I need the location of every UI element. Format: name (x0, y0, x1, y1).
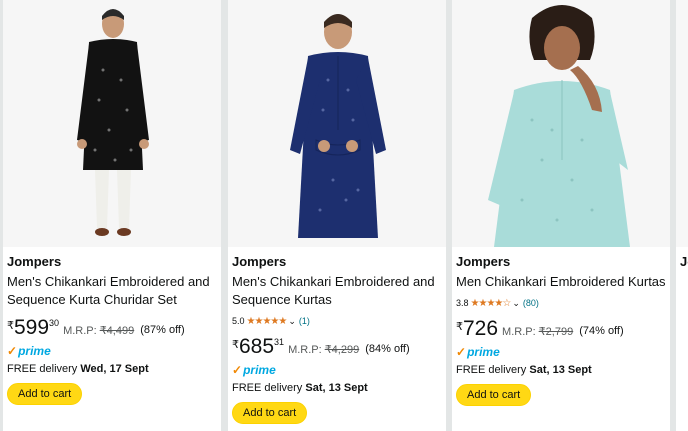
prime-badge: ✓ prime (7, 344, 217, 358)
delivery-info: FREE delivery Sat, 13 Sept (232, 382, 442, 394)
discount: (87% off) (140, 324, 185, 336)
price-whole: 726 (463, 317, 499, 340)
prime-label: prime (18, 344, 51, 358)
mrp-value: ₹4,499 (99, 325, 135, 337)
discount: (74% off) (579, 325, 624, 337)
mrp-label: M.R.P: (288, 344, 322, 356)
mrp: M.R.P: ₹4,299 (288, 343, 359, 356)
price-whole: 599 (14, 316, 50, 339)
model-in-black-kurta-illustration (3, 0, 221, 247)
delivery-text: FREE delivery (7, 363, 78, 375)
product-card[interactable]: Jompers Men's Chikankari Embroidered and… (3, 0, 221, 431)
price-fraction: 30 (49, 318, 60, 328)
price-whole: 685 (239, 335, 275, 358)
chevron-down-icon[interactable]: ⌄ (288, 316, 296, 327)
brand-name: Jompers (7, 254, 62, 269)
product-title[interactable]: Men's Chikankari Embroidered and Sequenc… (232, 273, 442, 309)
add-to-cart-button[interactable]: Add to cart (232, 402, 308, 424)
price-fraction: 31 (274, 337, 285, 347)
price: ₹ 599 30 M.R.P: ₹4,499 (87% off) (7, 316, 217, 342)
add-to-cart-button[interactable]: Add to cart (456, 384, 532, 406)
mrp-value: ₹2,799 (538, 326, 574, 338)
prime-check-icon: ✓ (456, 345, 467, 359)
product-title-line[interactable]: Men's Chikankari Embroidered and (7, 273, 217, 291)
prime-check-icon: ✓ (7, 344, 18, 358)
rating-count[interactable]: (80) (523, 298, 539, 308)
brand-name: Jo (680, 254, 688, 269)
rating-count[interactable]: (1) (299, 316, 310, 326)
product-card[interactable]: Jompers Men Chikankari Embroidered Kurta… (452, 0, 670, 431)
product-title-line[interactable]: Men Chikankari Embroidered Kurtas (456, 273, 666, 291)
mrp-value: ₹4,299 (324, 344, 360, 356)
product-title[interactable]: Men's Chikankari Embroidered and Sequenc… (7, 273, 217, 309)
product-card[interactable]: Jo (676, 0, 688, 431)
mrp: M.R.P: ₹4,499 (63, 324, 134, 337)
prime-label: prime (467, 345, 500, 359)
product-title[interactable]: Men Chikankari Embroidered Kurtas (456, 273, 666, 291)
price: ₹ 726 M.R.P: ₹2,799 (74% off) (456, 317, 666, 343)
add-to-cart-button[interactable]: Add to cart (7, 383, 83, 405)
rating-value: 3.8 (456, 298, 469, 308)
chevron-down-icon[interactable]: ⌄ (512, 298, 520, 309)
star-rating-icon[interactable]: ★★★★★ (247, 316, 288, 327)
product-image[interactable] (228, 0, 446, 247)
rating-value: 5.0 (232, 316, 245, 326)
star-rating-icon[interactable]: ★★★★☆ (471, 298, 512, 309)
rating[interactable]: 3.8 ★★★★☆ ⌄ (80) (456, 296, 666, 310)
currency-symbol: ₹ (456, 321, 463, 333)
mrp-label: M.R.P: (63, 325, 97, 337)
product-image[interactable] (676, 0, 688, 247)
product-image[interactable] (452, 0, 670, 247)
brand-name: Jompers (232, 254, 287, 269)
prime-badge: ✓ prime (232, 363, 442, 377)
delivery-date: Sat, 13 Sept (305, 382, 368, 394)
prime-badge: ✓ prime (456, 345, 666, 359)
product-card[interactable]: Jompers Men's Chikankari Embroidered and… (228, 0, 446, 431)
prime-label: prime (243, 363, 276, 377)
currency-symbol: ₹ (232, 339, 239, 351)
delivery-text: FREE delivery (456, 364, 527, 376)
product-title-line[interactable]: Sequence Kurtas (232, 291, 442, 309)
delivery-info: FREE delivery Wed, 17 Sept (7, 363, 217, 375)
mrp: M.R.P: ₹2,799 (502, 325, 573, 338)
currency-symbol: ₹ (7, 320, 14, 332)
rating[interactable]: 5.0 ★★★★★ ⌄ (1) (232, 314, 442, 328)
product-title-line[interactable]: Sequence Kurta Churidar Set (7, 291, 217, 309)
delivery-info: FREE delivery Sat, 13 Sept (456, 364, 666, 376)
brand-name: Jompers (456, 254, 511, 269)
product-image[interactable] (3, 0, 221, 247)
delivery-date: Wed, 17 Sept (80, 363, 149, 375)
model-in-navy-kurta-illustration (228, 0, 446, 247)
mrp-label: M.R.P: (502, 326, 536, 338)
delivery-date: Sat, 13 Sept (529, 364, 592, 376)
product-title-line[interactable]: Men's Chikankari Embroidered and (232, 273, 442, 291)
discount: (84% off) (365, 343, 410, 355)
model-in-aqua-kurta-illustration (452, 0, 670, 247)
delivery-text: FREE delivery (232, 382, 303, 394)
price: ₹ 685 31 M.R.P: ₹4,299 (84% off) (232, 335, 442, 361)
prime-check-icon: ✓ (232, 363, 243, 377)
